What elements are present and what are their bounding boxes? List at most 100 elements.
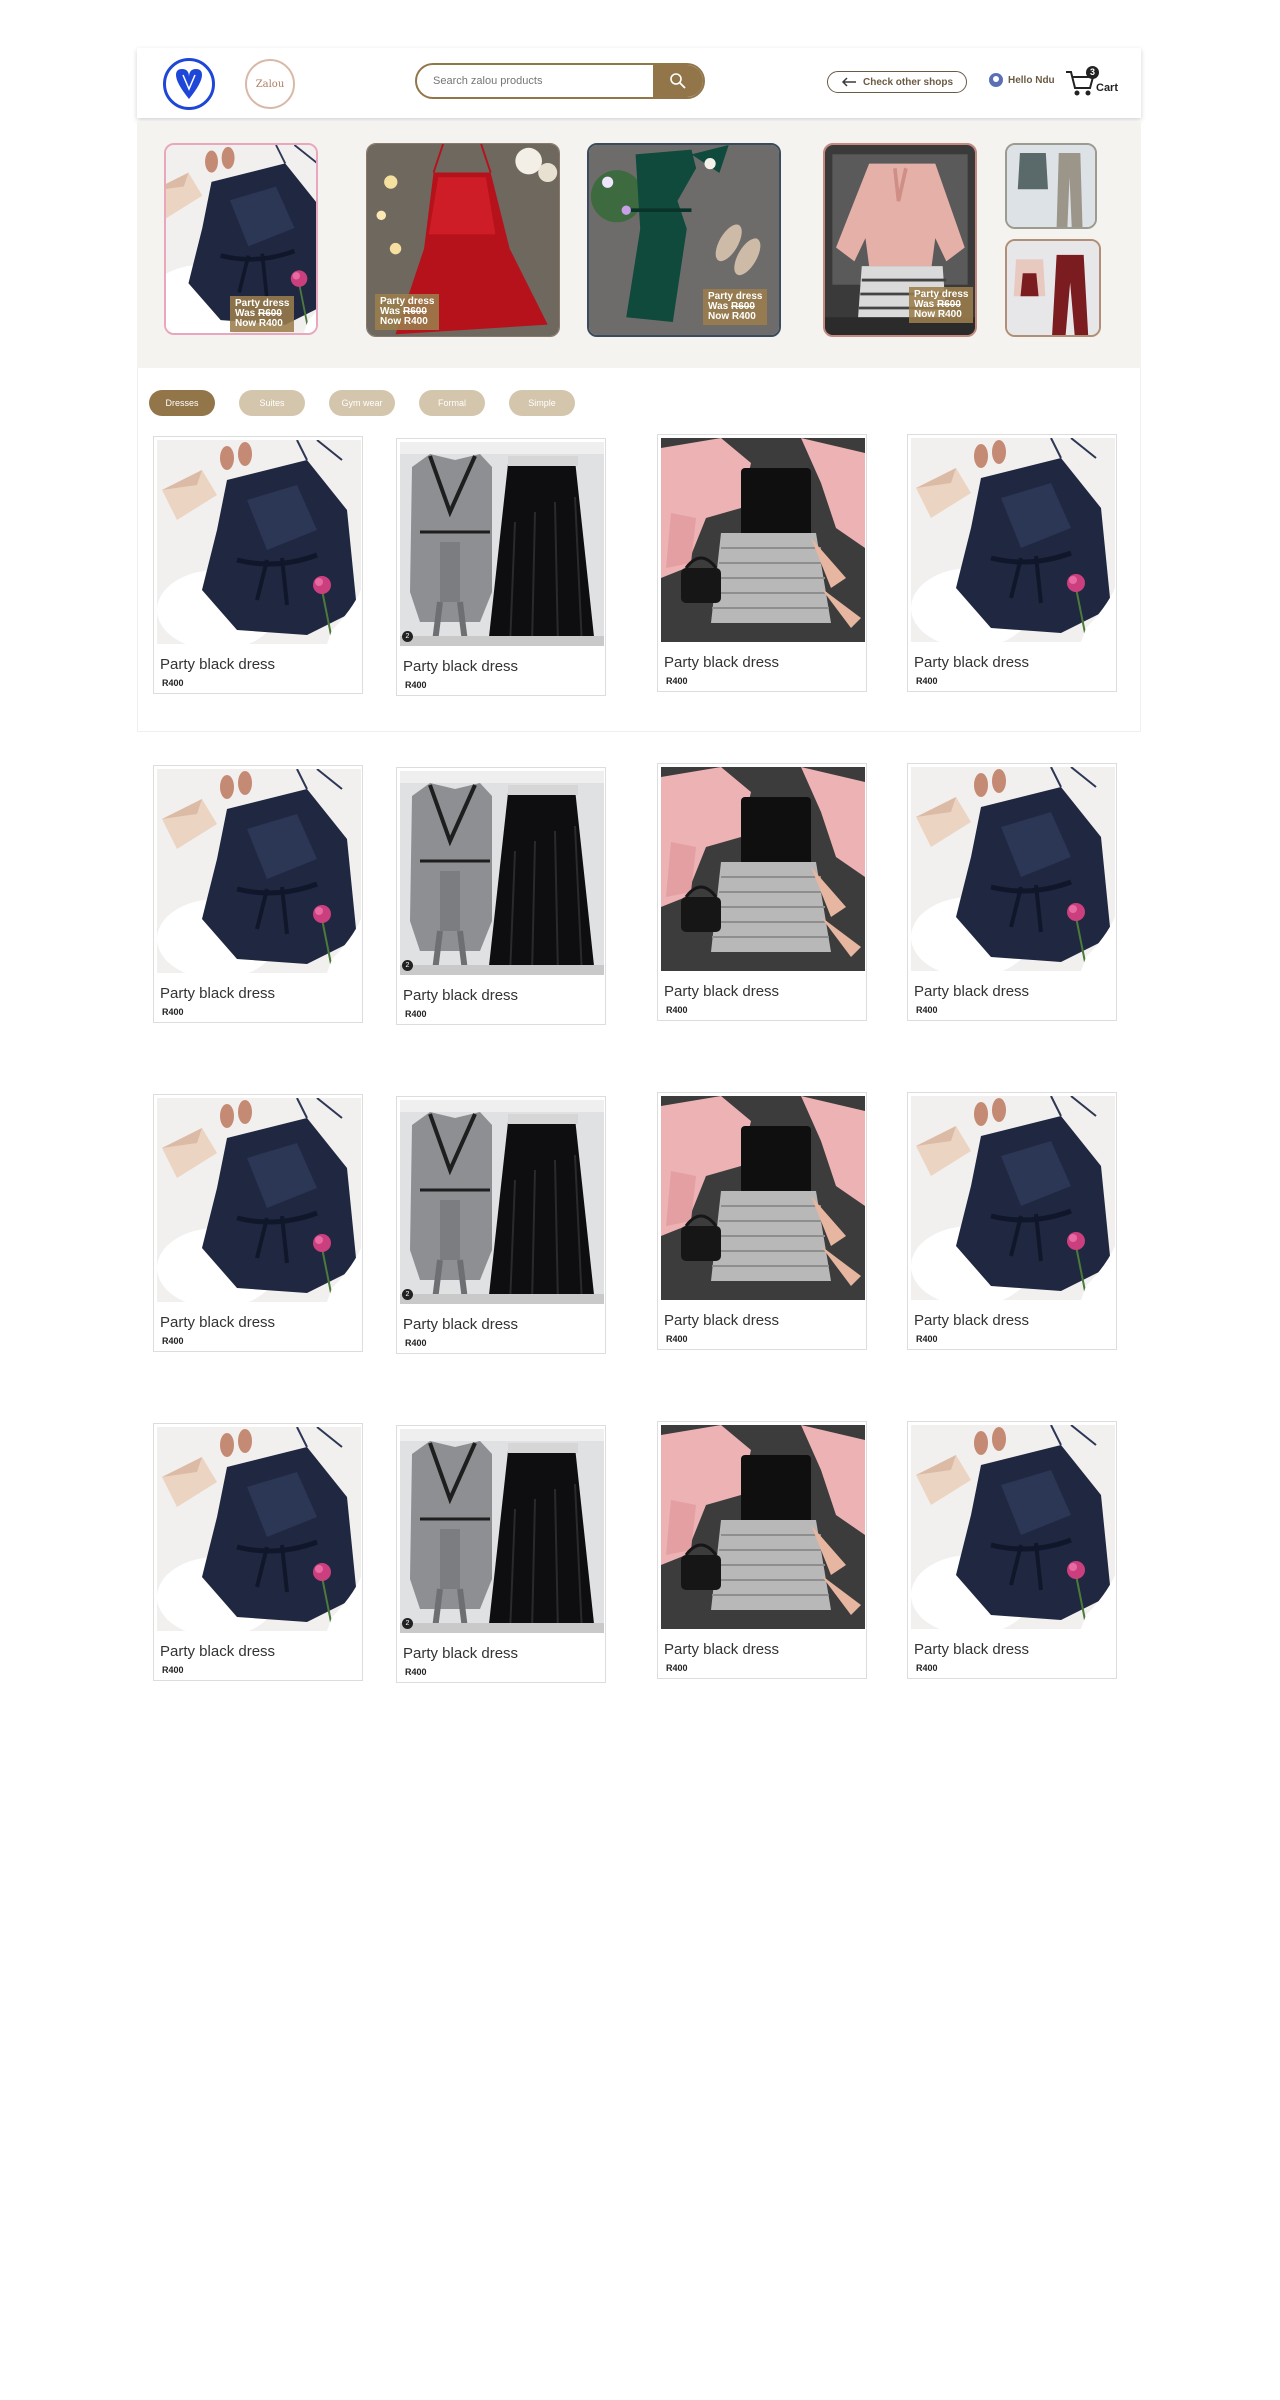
product-price: R400: [405, 1338, 427, 1348]
cart-label: Cart: [1096, 82, 1119, 94]
promo-card[interactable]: Party dress Was R600 Now R400: [366, 143, 560, 337]
product-image[interactable]: [157, 1098, 361, 1302]
product-image[interactable]: 2: [400, 771, 604, 975]
heart-logo-icon[interactable]: [163, 58, 215, 110]
product-card[interactable]: Party black dress R400: [907, 1092, 1117, 1350]
product-name[interactable]: Party black dress: [664, 1312, 779, 1329]
user-icon: [989, 73, 1003, 87]
product-name[interactable]: Party black dress: [664, 983, 779, 1000]
product-image[interactable]: 2: [400, 1100, 604, 1304]
category-filters: Dresses Suites Gym wear Formal Simple: [149, 390, 575, 416]
product-name[interactable]: Party black dress: [914, 1312, 1029, 1329]
product-card[interactable]: Party black dress R400: [657, 1092, 867, 1350]
product-name[interactable]: Party black dress: [160, 1314, 275, 1331]
promo-now-label: Now: [380, 316, 402, 327]
search-bar: [415, 63, 705, 99]
filter-suites[interactable]: Suites: [239, 390, 305, 416]
arrow-left-icon: [841, 77, 856, 87]
promo-price-label: Party dress Was R600 Now R400: [909, 287, 974, 323]
product-image-badge: 2: [402, 1618, 413, 1629]
product-card[interactable]: 2 Party black dress R400: [396, 438, 606, 696]
product-image-badge: 2: [402, 631, 413, 642]
search-icon: [670, 73, 686, 89]
product-name[interactable]: Party black dress: [664, 654, 779, 671]
promo-now-price: R400: [258, 318, 283, 329]
product-name[interactable]: Party black dress: [160, 985, 275, 1002]
product-image[interactable]: [661, 1096, 865, 1300]
product-image-badge: 2: [402, 1289, 413, 1300]
product-card[interactable]: Party black dress R400: [153, 436, 363, 694]
product-name[interactable]: Party black dress: [914, 983, 1029, 1000]
user-menu[interactable]: Hello Ndu: [989, 73, 1055, 87]
product-card[interactable]: 2 Party black dress R400: [396, 1096, 606, 1354]
product-price: R400: [405, 680, 427, 690]
product-name[interactable]: Party black dress: [403, 1645, 518, 1662]
product-name[interactable]: Party black dress: [160, 1643, 275, 1660]
product-image[interactable]: [911, 767, 1115, 971]
product-card[interactable]: Party black dress R400: [907, 763, 1117, 1021]
product-price: R400: [162, 1665, 184, 1675]
product-image[interactable]: [661, 1425, 865, 1629]
product-image[interactable]: [911, 1425, 1115, 1629]
product-image[interactable]: [157, 440, 361, 644]
promo-thumb[interactable]: [1005, 239, 1101, 337]
product-price: R400: [916, 1663, 938, 1673]
product-name[interactable]: Party black dress: [403, 1316, 518, 1333]
search-input[interactable]: [417, 65, 653, 97]
filter-dresses[interactable]: Dresses: [149, 390, 215, 416]
product-image[interactable]: [157, 1427, 361, 1631]
product-card[interactable]: 2 Party black dress R400: [396, 1425, 606, 1683]
product-price: R400: [405, 1667, 427, 1677]
user-greeting: Hello Ndu: [1008, 74, 1055, 86]
product-name[interactable]: Party black dress: [664, 1641, 779, 1658]
product-price: R400: [405, 1009, 427, 1019]
product-price: R400: [916, 1334, 938, 1344]
product-name[interactable]: Party black dress: [914, 654, 1029, 671]
product-price: R400: [916, 1005, 938, 1015]
filter-simple[interactable]: Simple: [509, 390, 575, 416]
product-card[interactable]: Party black dress R400: [657, 763, 867, 1021]
product-card[interactable]: 2 Party black dress R400: [396, 767, 606, 1025]
product-image[interactable]: [661, 767, 865, 971]
product-card[interactable]: Party black dress R400: [907, 434, 1117, 692]
filter-gym-wear[interactable]: Gym wear: [329, 390, 395, 416]
product-image[interactable]: [911, 438, 1115, 642]
product-name[interactable]: Party black dress: [914, 1641, 1029, 1658]
filter-formal[interactable]: Formal: [419, 390, 485, 416]
product-price: R400: [666, 1005, 688, 1015]
product-image[interactable]: 2: [400, 1429, 604, 1633]
product-price: R400: [162, 1336, 184, 1346]
promo-now-price: R400: [937, 309, 962, 320]
product-card[interactable]: Party black dress R400: [657, 434, 867, 692]
product-price: R400: [666, 676, 688, 686]
check-other-shops-button[interactable]: Check other shops: [827, 71, 967, 93]
product-image-badge: 2: [402, 960, 413, 971]
promo-price-label: Party dress Was R600 Now R400: [230, 296, 295, 332]
promo-card[interactable]: Party dress Was R600 Now R400: [823, 143, 977, 337]
product-image[interactable]: [157, 769, 361, 973]
product-card[interactable]: Party black dress R400: [153, 1423, 363, 1681]
product-card[interactable]: Party black dress R400: [153, 1094, 363, 1352]
promo-thumb[interactable]: [1005, 143, 1097, 229]
cart-button[interactable]: 3 Cart: [1064, 64, 1124, 100]
product-card[interactable]: Party black dress R400: [657, 1421, 867, 1679]
promo-price-label: Party dress Was R600 Now R400: [375, 294, 440, 330]
zalou-logo-text: Zalou: [255, 78, 285, 90]
product-name[interactable]: Party black dress: [403, 987, 518, 1004]
product-image[interactable]: [911, 1096, 1115, 1300]
product-price: R400: [916, 676, 938, 686]
promo-card[interactable]: Party dress Was R600 Now R400: [587, 143, 781, 337]
product-name[interactable]: Party black dress: [403, 658, 518, 675]
check-other-shops-label: Check other shops: [862, 76, 954, 88]
product-name[interactable]: Party black dress: [160, 656, 275, 673]
cart-count-badge: 3: [1086, 66, 1099, 79]
promo-now-price: R400: [403, 316, 428, 327]
product-card[interactable]: Party black dress R400: [153, 765, 363, 1023]
product-image[interactable]: 2: [400, 442, 604, 646]
product-price: R400: [162, 678, 184, 688]
promo-card[interactable]: Party dress Was R600 Now R400: [164, 143, 318, 335]
product-card[interactable]: Party black dress R400: [907, 1421, 1117, 1679]
zalou-logo[interactable]: Zalou: [245, 59, 295, 109]
product-image[interactable]: [661, 438, 865, 642]
search-button[interactable]: [653, 65, 703, 97]
